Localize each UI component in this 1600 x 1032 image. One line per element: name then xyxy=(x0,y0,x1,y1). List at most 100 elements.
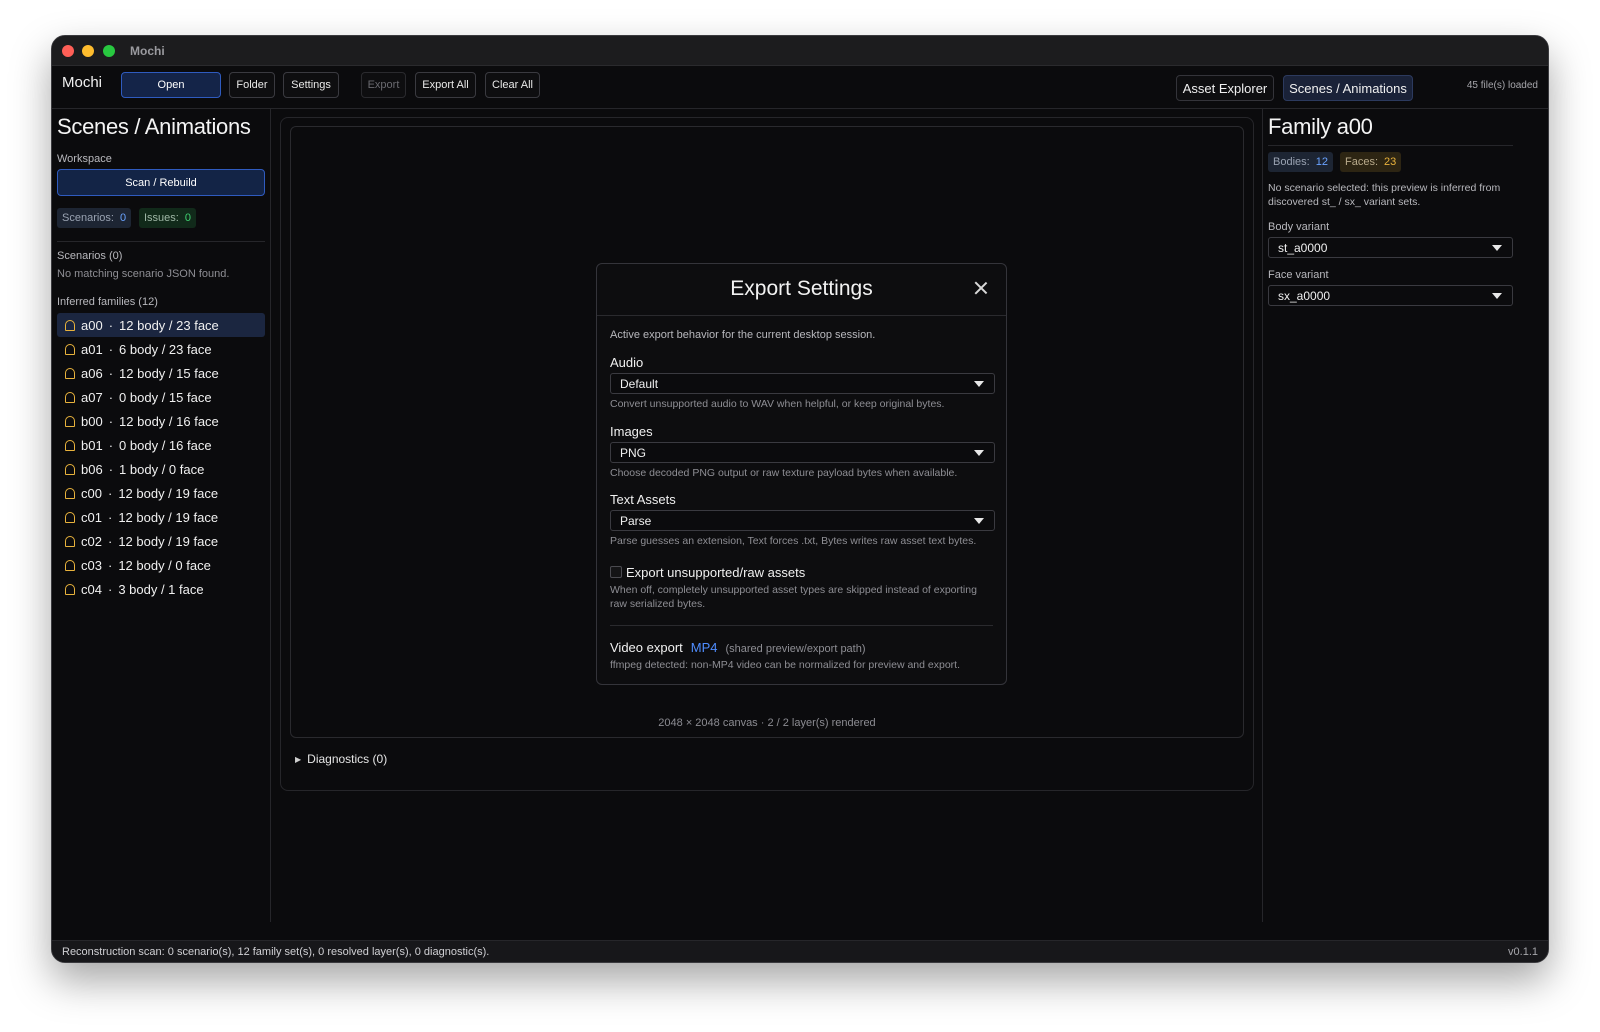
zoom-window-button[interactable] xyxy=(103,45,115,57)
family-item[interactable]: c01 · 12 body / 19 face xyxy=(57,505,265,529)
bell-icon xyxy=(65,535,75,547)
disclosure-triangle-icon: ▶ xyxy=(295,754,302,764)
video-format-link[interactable]: MP4 xyxy=(691,640,718,655)
canvas-info: 2048 × 2048 canvas · 2 / 2 layer(s) rend… xyxy=(658,717,876,729)
family-id: c00 xyxy=(81,485,102,501)
close-icon[interactable] xyxy=(974,281,988,295)
settings-button[interactable]: Settings xyxy=(283,72,339,98)
export-raw-checkbox[interactable] xyxy=(610,566,622,578)
family-detail: 12 body / 15 face xyxy=(119,365,219,381)
bodies-count-label: Bodies: xyxy=(1273,156,1310,168)
issues-count-badge: Issues: 0 xyxy=(139,208,196,228)
bodies-count-badge: Bodies: 12 xyxy=(1268,152,1333,172)
app-brand: Mochi xyxy=(62,74,103,91)
faces-count-label: Faces: xyxy=(1345,156,1379,168)
clear-all-button[interactable]: Clear All xyxy=(485,72,540,98)
text-assets-label: Text Assets xyxy=(610,492,676,507)
scenarios-empty-text: No matching scenario JSON found. xyxy=(57,268,230,280)
family-separator: · xyxy=(107,581,113,597)
family-item[interactable]: b06 · 1 body / 0 face xyxy=(57,457,265,481)
family-detail: 12 body / 19 face xyxy=(118,509,219,525)
right-divider xyxy=(1268,145,1513,146)
bodies-count-value: 12 xyxy=(1315,156,1328,168)
export-settings-dialog: Export Settings Active export behavior f… xyxy=(596,263,1007,685)
family-item[interactable]: a06 · 12 body / 15 face xyxy=(57,361,265,385)
scenarios-count-value: 0 xyxy=(119,212,127,224)
text-assets-select[interactable]: Parse xyxy=(610,510,995,531)
preview-canvas[interactable]: 2048 × 2048 canvas · 2 / 2 layer(s) rend… xyxy=(290,126,1244,738)
family-id: c01 xyxy=(81,509,102,525)
preview-inference-note: No scenario selected: this preview is in… xyxy=(1268,182,1501,208)
diagnostics-toggle[interactable]: ▶ Diagnostics (0) xyxy=(295,752,387,766)
body-variant-select[interactable]: st_a0000 xyxy=(1268,237,1513,258)
bell-icon xyxy=(65,559,75,571)
images-select[interactable]: PNG xyxy=(610,442,995,463)
family-detail: 1 body / 0 face xyxy=(119,461,205,477)
face-variant-select[interactable]: sx_a0000 xyxy=(1268,285,1513,306)
export-raw-hint: When off, completely unsupported asset t… xyxy=(610,584,977,610)
bell-icon xyxy=(65,367,75,379)
export-button[interactable]: Export xyxy=(361,72,406,98)
faces-count-badge: Faces: 23 xyxy=(1340,152,1402,172)
tab-asset-explorer[interactable]: Asset Explorer xyxy=(1176,75,1274,101)
scan-rebuild-button[interactable]: Scan / Rebuild xyxy=(57,169,265,196)
left-panel-title: Scenes / Animations xyxy=(57,114,251,139)
minimize-window-button[interactable] xyxy=(82,45,94,57)
family-id: a07 xyxy=(81,389,103,405)
family-item[interactable]: c00 · 12 body / 19 face xyxy=(57,481,265,505)
family-detail: 12 body / 0 face xyxy=(118,557,211,573)
family-item[interactable]: a00 · 12 body / 23 face xyxy=(57,313,265,337)
images-select-value: PNG xyxy=(620,445,647,460)
family-id: b01 xyxy=(81,437,103,453)
bell-icon xyxy=(65,415,75,427)
bell-icon xyxy=(65,343,75,355)
chevron-down-icon xyxy=(1492,293,1502,299)
bell-icon xyxy=(65,463,75,475)
video-export-row: Video export MP4 (shared preview/export … xyxy=(610,640,866,655)
family-separator: · xyxy=(107,485,113,501)
family-item[interactable]: a01 · 6 body / 23 face xyxy=(57,337,265,361)
body-variant-label: Body variant xyxy=(1268,221,1330,233)
audio-select[interactable]: Default xyxy=(610,373,995,394)
family-id: b06 xyxy=(81,461,103,477)
close-window-button[interactable] xyxy=(62,45,74,57)
app-window: Mochi Mochi Open Folder Settings Export … xyxy=(51,35,1549,963)
video-export-label: Video export xyxy=(610,640,683,655)
dialog-intro: Active export behavior for the current d… xyxy=(610,329,876,341)
toolbar: Mochi Open Folder Settings Export Export… xyxy=(52,66,1548,109)
bell-icon xyxy=(65,583,75,595)
family-item[interactable]: c02 · 12 body / 19 face xyxy=(57,529,265,553)
open-button[interactable]: Open xyxy=(121,72,221,98)
family-detail: 12 body / 19 face xyxy=(118,533,219,549)
video-export-hint: ffmpeg detected: non-MP4 video can be no… xyxy=(610,659,961,671)
family-item[interactable]: c03 · 12 body / 0 face xyxy=(57,553,265,577)
window-title: Mochi xyxy=(130,44,165,58)
status-text: Reconstruction scan: 0 scenario(s), 12 f… xyxy=(62,946,490,958)
export-raw-label[interactable]: Export unsupported/raw assets xyxy=(626,565,805,580)
left-panel: Scenes / Animations Workspace Scan / Reb… xyxy=(52,109,271,922)
chevron-down-icon xyxy=(974,450,984,456)
folder-button[interactable]: Folder xyxy=(229,72,275,98)
family-item[interactable]: a07 · 0 body / 15 face xyxy=(57,385,265,409)
family-separator: · xyxy=(107,557,113,573)
dialog-title: Export Settings xyxy=(730,277,873,300)
family-detail: 12 body / 16 face xyxy=(119,413,219,429)
bell-icon xyxy=(65,391,75,403)
family-item[interactable]: c04 · 3 body / 1 face xyxy=(57,577,265,601)
text-assets-select-value: Parse xyxy=(620,513,652,528)
chevron-down-icon xyxy=(1492,245,1502,251)
family-title: Family a00 xyxy=(1268,114,1373,139)
version-label: v0.1.1 xyxy=(1508,946,1538,958)
bell-icon xyxy=(65,487,75,499)
family-id: a00 xyxy=(81,317,103,333)
tab-scenes-animations[interactable]: Scenes / Animations xyxy=(1283,75,1413,101)
family-item[interactable]: b00 · 12 body / 16 face xyxy=(57,409,265,433)
face-variant-value: sx_a0000 xyxy=(1278,288,1331,303)
audio-hint: Convert unsupported audio to WAV when he… xyxy=(610,398,945,410)
family-item[interactable]: b01 · 0 body / 16 face xyxy=(57,433,265,457)
export-all-button[interactable]: Export All xyxy=(415,72,476,98)
issues-count-value: 0 xyxy=(184,212,191,224)
family-detail: 6 body / 23 face xyxy=(119,341,212,357)
family-id: a01 xyxy=(81,341,103,357)
family-separator: · xyxy=(107,533,113,549)
